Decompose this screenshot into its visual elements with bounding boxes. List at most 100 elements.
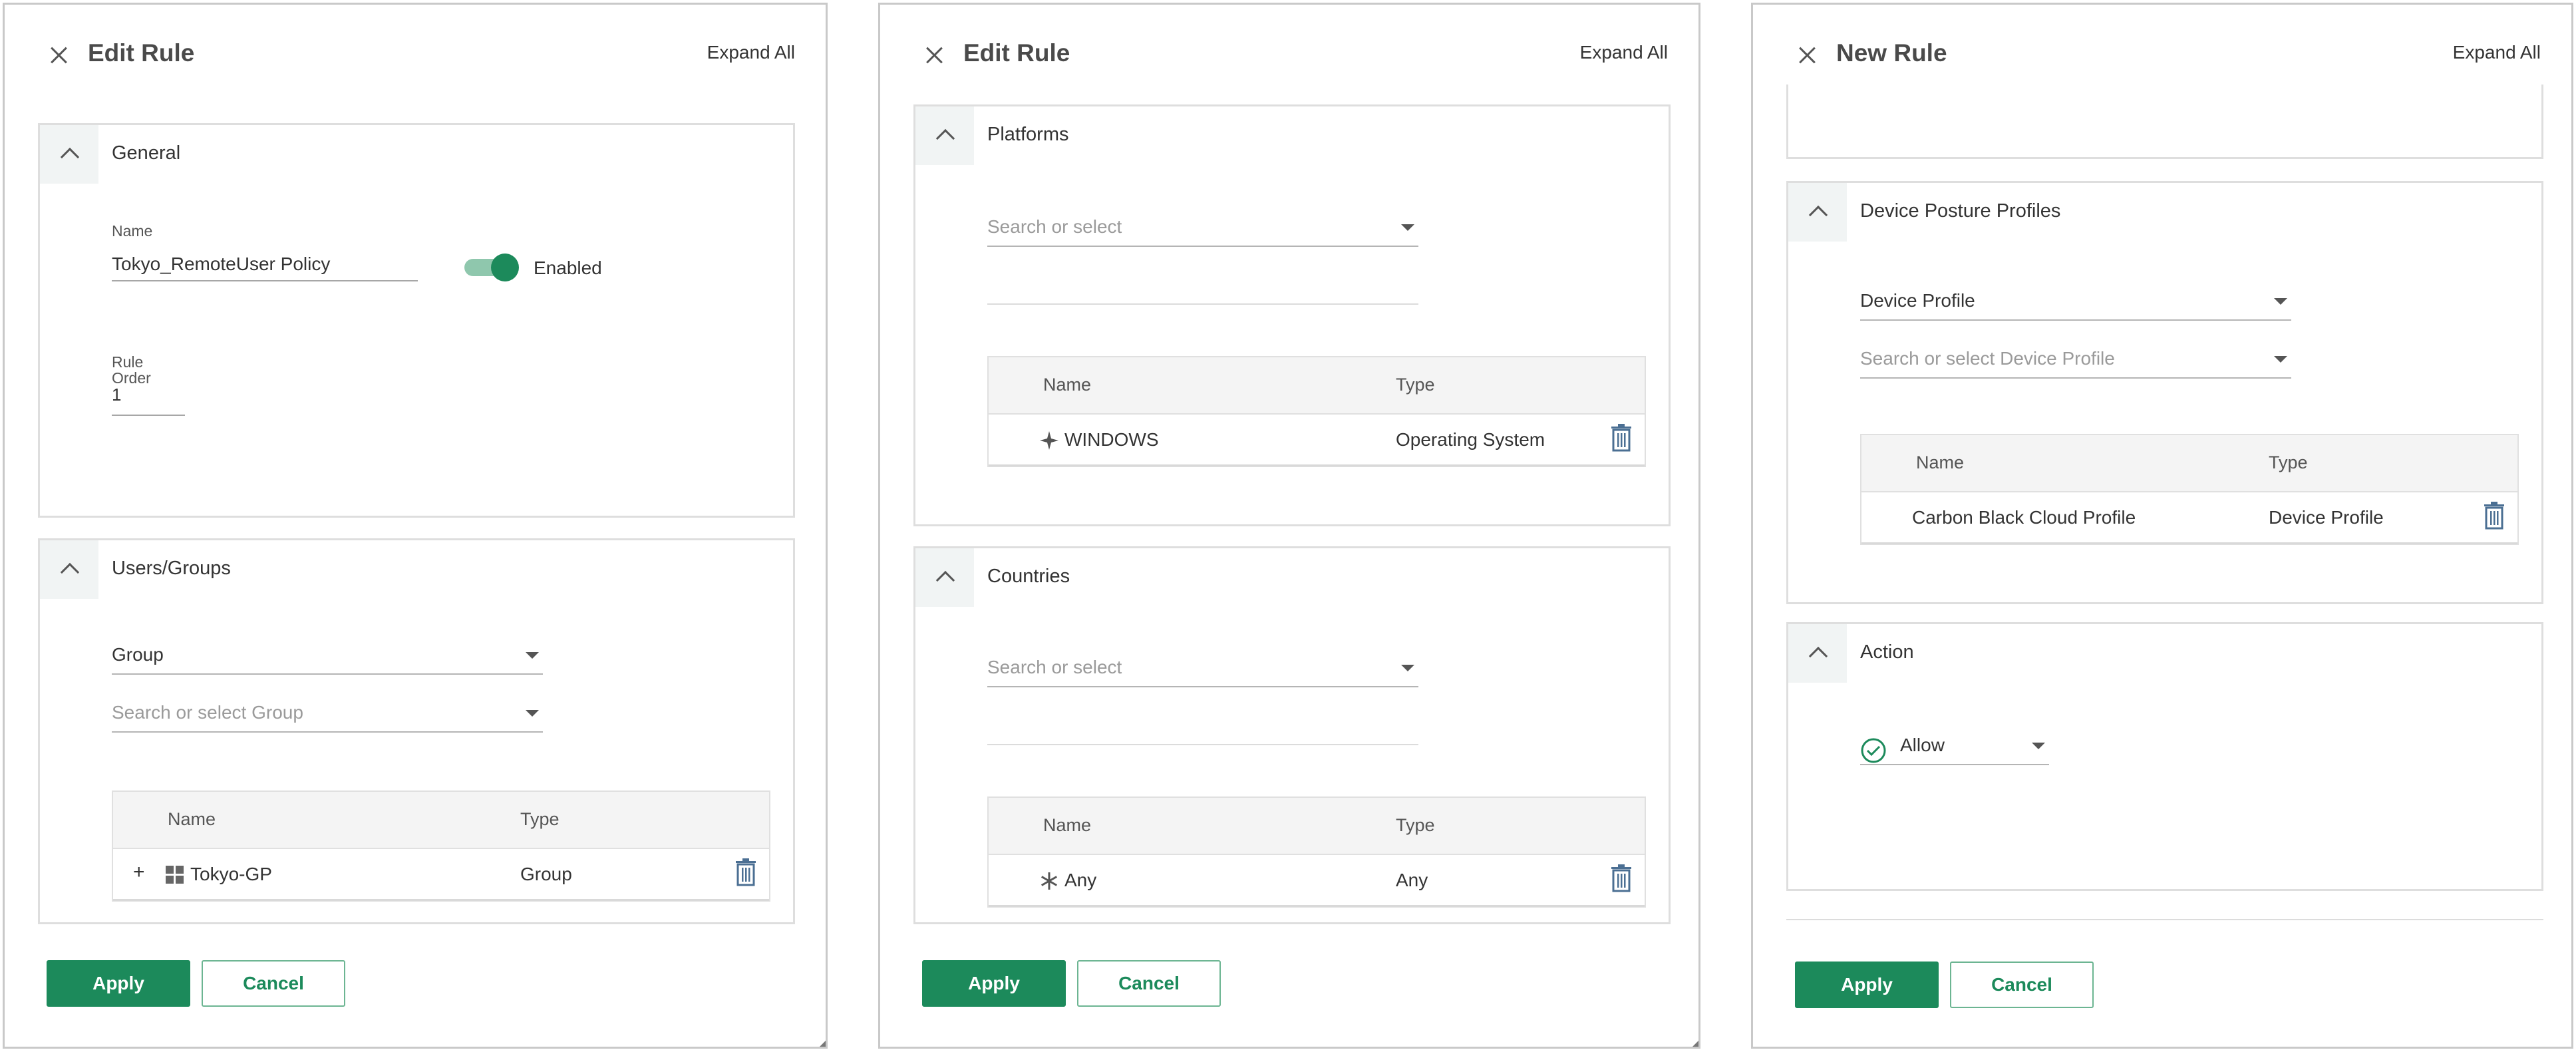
row-name: WINDOWS [1064, 429, 1159, 450]
cancel-button[interactable]: Cancel [1077, 960, 1221, 1007]
general-section: General Name Tokyo_RemoteUser Policy Ena… [38, 123, 795, 518]
caret-down-icon [526, 652, 539, 659]
group-search-select[interactable]: Search or select Group [112, 698, 543, 733]
expand-all-link[interactable]: Expand All [2453, 42, 2541, 63]
chevron-up-icon[interactable] [915, 106, 974, 165]
new-rule-panel: New Rule Expand All Device Posture Profi… [1751, 3, 2573, 1049]
apply-button[interactable]: Apply [922, 960, 1066, 1007]
cancel-button[interactable]: Cancel [1950, 962, 2094, 1008]
chevron-up-icon[interactable] [40, 540, 98, 599]
column-header-name: Name [1043, 375, 1092, 395]
close-icon[interactable] [47, 43, 71, 67]
resize-handle[interactable] [820, 1041, 826, 1047]
trash-icon[interactable] [2484, 502, 2505, 530]
chevron-up-icon[interactable] [915, 548, 974, 607]
countries-section: Countries Search or select Name Type Any… [913, 546, 1671, 924]
column-header-name: Name [168, 809, 216, 829]
caret-down-icon [2274, 356, 2287, 363]
chevron-up-icon[interactable] [1788, 624, 1847, 683]
row-type: Device Profile [2269, 507, 2384, 528]
column-header-type: Type [1396, 375, 1435, 395]
section-title: Platforms [987, 124, 1069, 145]
group-type-select[interactable]: Group [112, 640, 543, 675]
section-title: Action [1860, 641, 1914, 663]
device-profile-search-select[interactable]: Search or select Device Profile [1860, 344, 2291, 379]
rule-order-input[interactable]: 1 [112, 385, 185, 416]
row-type: Operating System [1396, 429, 1545, 450]
country-search-select[interactable]: Search or select [987, 653, 1418, 687]
caret-down-icon [1401, 224, 1414, 231]
name-label: Name [112, 222, 153, 240]
footer-divider [1786, 919, 2543, 920]
panel-title: Edit Rule [88, 39, 195, 67]
sparkle-icon [1039, 431, 1059, 450]
expand-all-link[interactable]: Expand All [1580, 42, 1668, 63]
expand-all-link[interactable]: Expand All [707, 42, 795, 63]
row-name: Any [1064, 870, 1097, 890]
select-value: Device Profile [1860, 290, 1975, 311]
groups-table: Name Type + Tokyo-GP Group [112, 790, 770, 902]
table-header: Name Type [989, 798, 1645, 855]
group-grid-icon [165, 865, 185, 885]
caret-down-icon [2032, 743, 2045, 749]
enabled-label: Enabled [534, 258, 602, 278]
action-section: Action Allow [1786, 622, 2543, 891]
platforms-section: Platforms Search or select Name Type WIN… [913, 104, 1671, 526]
row-type: Any [1396, 870, 1428, 890]
column-header-name: Name [1043, 815, 1092, 835]
table-row: Carbon Black Cloud Profile Device Profil… [1861, 492, 2517, 544]
row-name: Tokyo-GP [190, 864, 272, 884]
chevron-up-icon[interactable] [40, 125, 98, 184]
trash-icon[interactable] [1611, 864, 1632, 892]
divider [987, 303, 1418, 305]
asterisk-icon [1039, 871, 1059, 891]
check-circle-icon [1860, 737, 1887, 764]
section-title: Users/Groups [112, 558, 231, 579]
select-placeholder: Search or select Device Profile [1860, 348, 2115, 369]
edit-rule-panel-2: Edit Rule Expand All Platforms Search or… [878, 3, 1700, 1049]
section-title: General [112, 142, 181, 164]
trash-icon[interactable] [735, 858, 756, 886]
row-name: Carbon Black Cloud Profile [1912, 507, 2136, 528]
table-header: Name Type [989, 357, 1645, 415]
select-value: Allow [1900, 735, 1945, 755]
table-row: Any Any [989, 855, 1645, 907]
column-header-type: Type [520, 809, 560, 829]
column-header-name: Name [1916, 452, 1965, 472]
scrolled-section [1786, 85, 2543, 159]
apply-button[interactable]: Apply [47, 960, 190, 1007]
close-icon[interactable] [923, 43, 947, 67]
column-header-type: Type [1396, 815, 1435, 835]
users-groups-section: Users/Groups Group Search or select Grou… [38, 538, 795, 924]
device-posture-section: Device Posture Profiles Device Profile S… [1786, 181, 2543, 604]
resize-handle[interactable] [1692, 1041, 1698, 1047]
section-title: Countries [987, 566, 1070, 587]
table-row: + Tokyo-GP Group [113, 849, 769, 901]
trash-icon[interactable] [1611, 424, 1632, 452]
panel-title: New Rule [1836, 39, 1947, 67]
device-profile-type-select[interactable]: Device Profile [1860, 286, 2291, 321]
row-type: Group [520, 864, 572, 884]
rule-order-label-1: Rule [112, 353, 144, 371]
column-header-type: Type [2269, 452, 2308, 472]
table-row: WINDOWS Operating System [989, 415, 1645, 466]
close-icon[interactable] [1796, 43, 1820, 67]
chevron-up-icon[interactable] [1788, 183, 1847, 242]
caret-down-icon [526, 710, 539, 717]
apply-button[interactable]: Apply [1795, 962, 1939, 1008]
platform-search-select[interactable]: Search or select [987, 212, 1418, 247]
table-header: Name Type [113, 792, 769, 849]
enabled-toggle[interactable] [464, 252, 520, 283]
toggle-knob [491, 254, 519, 281]
edit-rule-panel-1: Edit Rule Expand All General Name Tokyo_… [3, 3, 828, 1049]
name-input[interactable]: Tokyo_RemoteUser Policy [112, 254, 418, 281]
divider [987, 744, 1418, 745]
countries-table: Name Type Any Any [987, 796, 1646, 908]
cancel-button[interactable]: Cancel [202, 960, 345, 1007]
section-title: Device Posture Profiles [1860, 200, 2061, 222]
table-header: Name Type [1861, 435, 2517, 492]
action-select[interactable]: Allow [1860, 731, 2049, 765]
caret-down-icon [1401, 665, 1414, 671]
expand-row-icon[interactable]: + [133, 861, 145, 884]
select-placeholder: Search or select Group [112, 702, 303, 723]
